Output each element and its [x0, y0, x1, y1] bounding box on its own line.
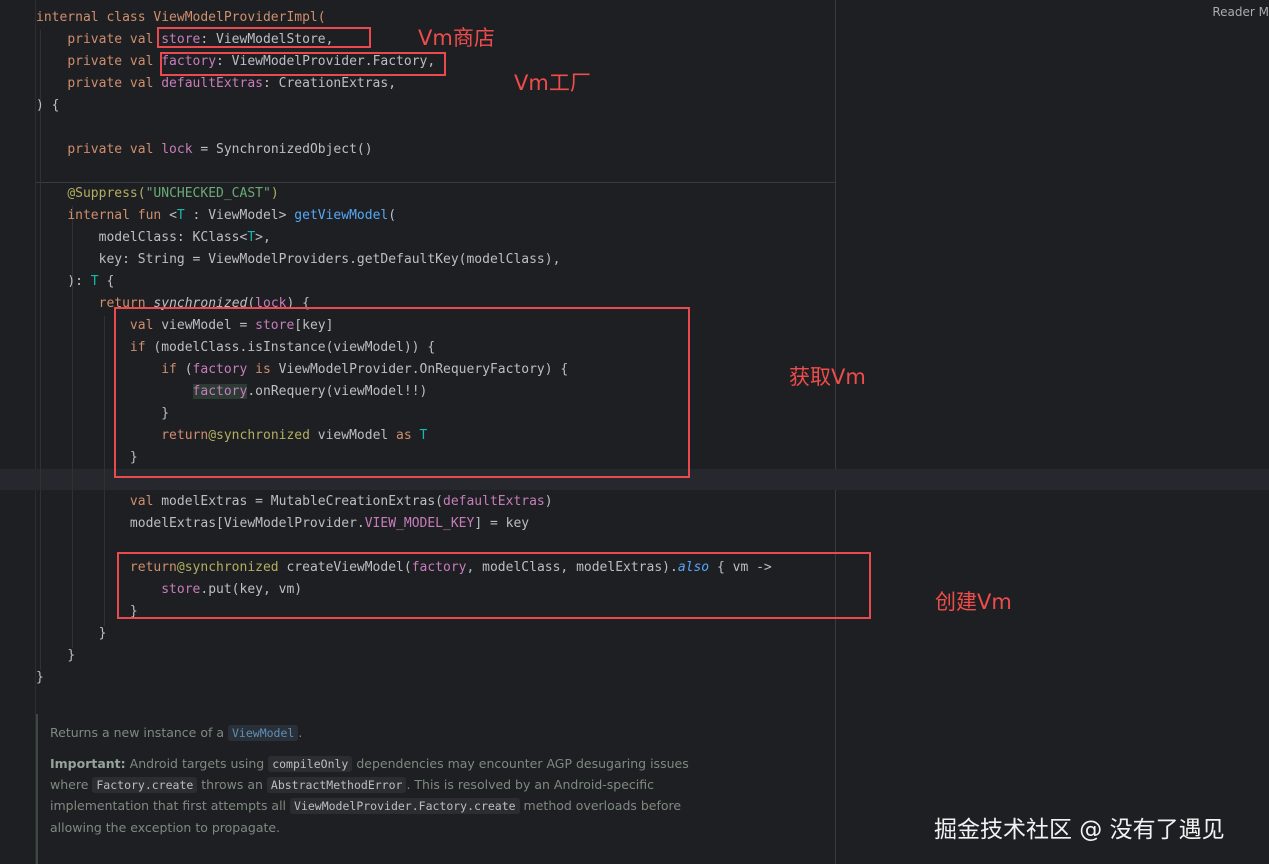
code-chip: Factory.create: [92, 777, 198, 793]
code-line: key: String = ViewModelProviders.getDefa…: [98, 252, 561, 267]
code-chip: ViewModelProvider.Factory.create: [290, 798, 520, 814]
viewmodel-link[interactable]: ViewModel: [228, 725, 299, 741]
create-vm-annotation: 创建Vm: [935, 590, 1012, 614]
code-line: }: [98, 626, 107, 641]
code-line: private val store: ViewModelStore,: [67, 32, 334, 47]
code-chip: compileOnly: [268, 756, 353, 772]
code-line: modelExtras[ViewModelProvider.VIEW_MODEL…: [129, 516, 530, 531]
create-vm-highlight-box: [117, 552, 871, 619]
code-line: modelClass: KClass<T>,: [98, 230, 271, 245]
doc-line: where Factory.create throws an AbstractM…: [50, 777, 654, 793]
code-line: ): T {: [67, 274, 115, 289]
code-line: internal fun <T : ViewModel> getViewMode…: [67, 208, 397, 223]
code-line: }: [36, 670, 44, 685]
code-line: val modelExtras = MutableCreationExtras(…: [129, 494, 553, 509]
factory-annotation: Vm工厂: [514, 71, 591, 95]
code-line: ) {: [36, 98, 60, 113]
doc-line: implementation that first attempts all V…: [50, 798, 682, 814]
store-highlight-box: [157, 27, 371, 48]
code-line: @Suppress("UNCHECKED_CAST"): [67, 186, 279, 201]
code-line: }: [67, 648, 76, 663]
get-vm-highlight-box: [114, 307, 690, 478]
right-margin-guide: [835, 0, 836, 864]
code-line: internal class ViewModelProviderImpl(: [36, 10, 326, 25]
reader-mode-button[interactable]: Reader M: [1212, 5, 1269, 19]
factory-highlight-box: [160, 52, 446, 76]
doc-line: Important: Android targets using compile…: [50, 756, 689, 772]
code-chip: AbstractMethodError: [266, 777, 407, 793]
watermark: 掘金技术社区 @ 没有了遇见: [934, 817, 1225, 843]
doc-line: Returns a new instance of a ViewModel.: [50, 725, 303, 741]
doc-line: allowing the exception to propagate.: [50, 820, 281, 835]
store-annotation: Vm商店: [418, 26, 495, 50]
code-line: private val lock = SynchronizedObject(): [67, 142, 373, 157]
code-line: private val defaultExtras: CreationExtra…: [67, 76, 397, 91]
get-vm-annotation: 获取Vm: [789, 365, 866, 389]
